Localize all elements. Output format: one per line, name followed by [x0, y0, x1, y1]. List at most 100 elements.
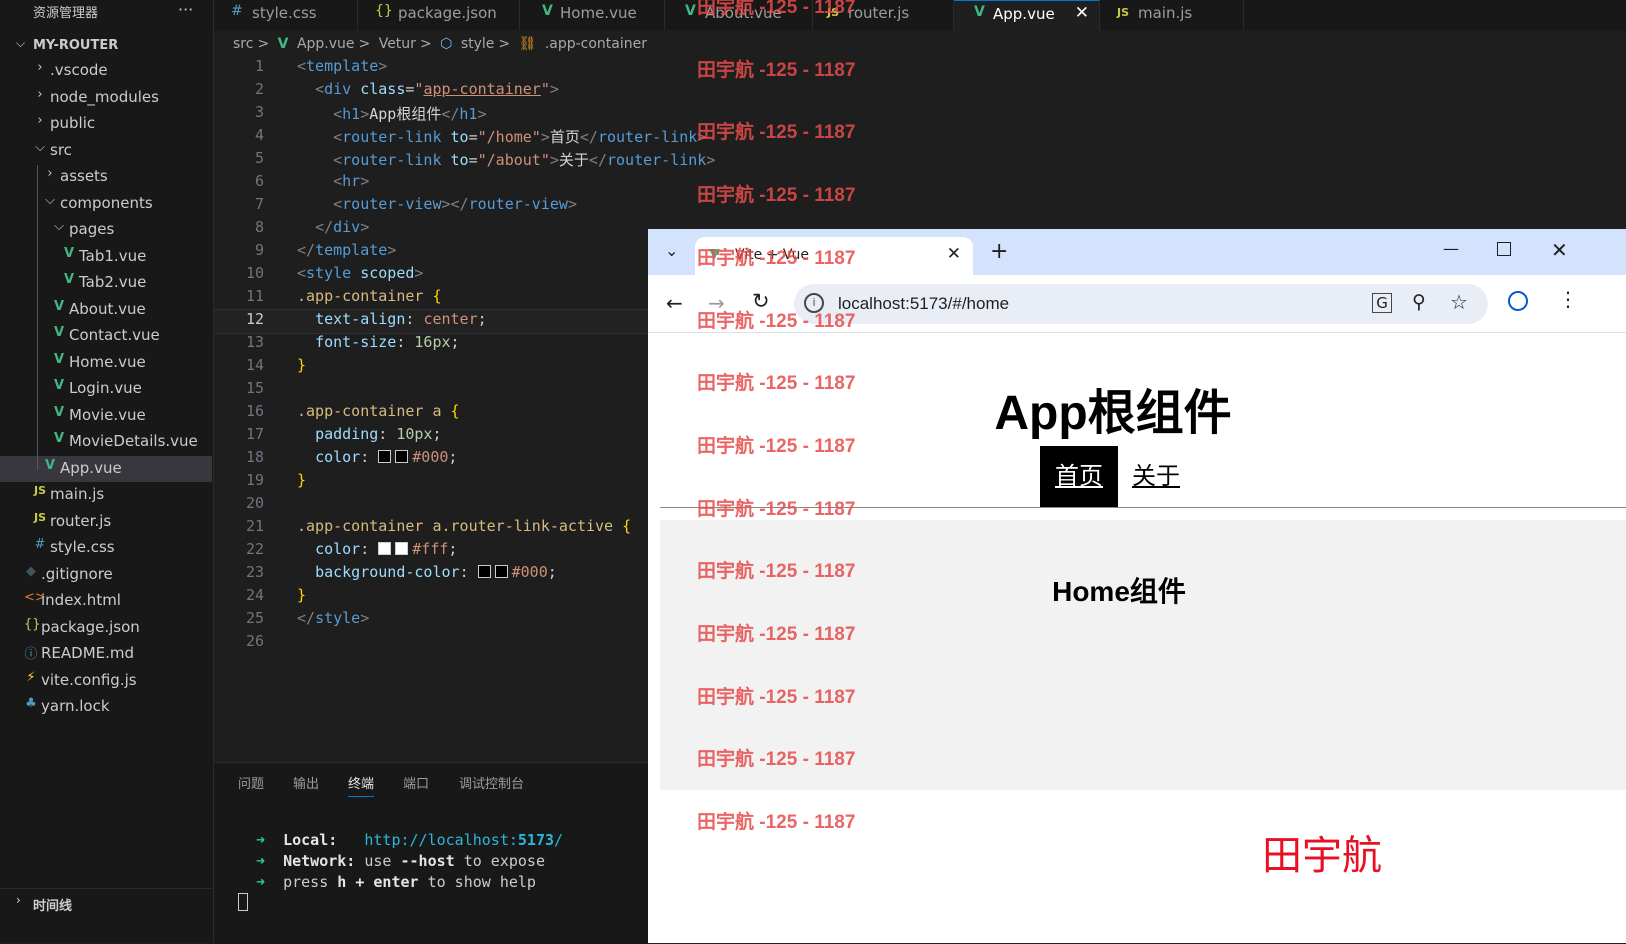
yarn-icon: ♣: [25, 696, 37, 711]
nav-link-about[interactable]: 关于: [1132, 446, 1180, 508]
line-number: 1: [254, 57, 264, 75]
breadcrumb-item[interactable]: style: [461, 36, 495, 52]
tree-item[interactable]: V Home.vue: [0, 350, 212, 376]
watermark-text: 田宇航 -125 - 1187: [697, 812, 856, 834]
line-number: 6: [254, 172, 264, 190]
tree-item[interactable]: V Tab1.vue: [0, 244, 212, 270]
code-text: <router-link to="/about">关于</router-link…: [333, 151, 716, 169]
panel-tab-ports[interactable]: 端口: [403, 773, 429, 792]
color-swatch[interactable]: [395, 450, 409, 463]
new-tab-icon[interactable]: +: [990, 239, 1008, 264]
tree-item[interactable]: V Tab2.vue: [0, 270, 212, 296]
tree-item[interactable]: › .vscode: [0, 58, 212, 84]
tree-item[interactable]: ⌵ components: [0, 191, 212, 217]
tree-item[interactable]: ⌵ pages: [0, 217, 212, 243]
workspace-root[interactable]: ⌵ MY-ROUTER: [0, 36, 213, 56]
tree-item[interactable]: V Movie.vue: [0, 403, 212, 429]
watermark-text: 田宇航 -125 - 1187: [697, 310, 856, 332]
js-icon: JS: [33, 510, 46, 524]
zoom-icon[interactable]: ⚲: [1412, 291, 1426, 313]
tree-item[interactable]: ⚡ vite.config.js: [0, 668, 212, 694]
tree-item[interactable]: ⓘ README.md: [0, 641, 212, 667]
tree-item[interactable]: › public: [0, 111, 212, 137]
local-url-link[interactable]: http://localhost:5173/: [364, 831, 563, 849]
tree-item[interactable]: › assets: [0, 164, 212, 190]
color-swatch[interactable]: [378, 542, 392, 555]
color-swatch[interactable]: [378, 450, 392, 463]
tab-app-vue[interactable]: V App.vue ✕: [954, 0, 1100, 31]
arrow-right-icon: ➜: [256, 831, 266, 849]
panel-tab-problems[interactable]: 问题: [238, 773, 264, 792]
close-tab-icon[interactable]: ✕: [1075, 3, 1089, 23]
tree-item[interactable]: V Login.vue: [0, 376, 212, 402]
nav-link-home[interactable]: 首页: [1040, 446, 1118, 508]
tree-item[interactable]: {} package.json: [0, 615, 212, 641]
translate-icon[interactable]: G: [1372, 293, 1392, 313]
minimize-icon[interactable]: —: [1443, 239, 1459, 258]
url-text[interactable]: localhost:5173/#/home: [838, 294, 1009, 314]
tab-search-icon[interactable]: ⌄: [665, 241, 678, 260]
tree-item-label: vite.config.js: [41, 670, 137, 689]
terminal-label: Local:: [283, 831, 338, 849]
tree-item-label: App.vue: [60, 458, 122, 477]
tree-item[interactable]: ♣ yarn.lock: [0, 694, 212, 720]
tab-style-css[interactable]: # style.css: [214, 0, 358, 30]
signature-text: 田宇航: [1262, 834, 1382, 878]
color-swatch[interactable]: [395, 542, 409, 555]
tab-label: style.css: [252, 4, 317, 22]
workspace-root-label: MY-ROUTER: [33, 38, 119, 53]
line-number: 11: [245, 287, 264, 305]
code-line: 7 <router-view></router-view>: [214, 195, 648, 218]
more-actions-icon[interactable]: ···: [178, 0, 193, 19]
profile-icon[interactable]: [1508, 291, 1528, 311]
bookmark-star-icon[interactable]: ☆: [1450, 290, 1468, 314]
panel-tab-output[interactable]: 输出: [293, 773, 319, 792]
terminal-text: use: [364, 852, 392, 870]
tree-item[interactable]: JS router.js: [0, 509, 212, 535]
code-line: 9 </template>: [214, 241, 648, 264]
tree-item-label: style.css: [50, 538, 115, 556]
panel-tab-terminal[interactable]: 终端: [348, 773, 375, 797]
tab-package-json[interactable]: {} package.json: [358, 0, 520, 30]
tab-main-js[interactable]: JS main.js: [1100, 0, 1244, 30]
menu-icon[interactable]: ⋮: [1558, 287, 1578, 311]
breadcrumb-separator: >: [257, 36, 270, 52]
html-icon: <>: [24, 590, 46, 605]
line-number: 20: [245, 494, 264, 512]
address-bar[interactable]: i localhost:5173/#/home G ⚲ ☆: [794, 284, 1488, 324]
tree-item[interactable]: <> index.html: [0, 588, 212, 614]
tree-item[interactable]: › node_modules: [0, 85, 212, 111]
timeline-section[interactable]: › 时间线: [0, 888, 212, 914]
arrow-right-icon: ➜: [256, 873, 266, 891]
tree-item[interactable]: # style.css: [0, 535, 212, 561]
maximize-icon[interactable]: [1497, 242, 1511, 256]
color-swatch[interactable]: [477, 565, 491, 578]
tree-item-label: node_modules: [50, 87, 159, 106]
tree-item[interactable]: V MovieDetails.vue: [0, 429, 212, 455]
tree-item[interactable]: V App.vue: [0, 455, 212, 482]
close-window-icon[interactable]: ✕: [1551, 238, 1568, 262]
tree-item[interactable]: ⌵ src: [0, 138, 212, 164]
close-tab-icon[interactable]: ✕: [947, 244, 961, 264]
code-line: 18 color: #000;: [214, 448, 648, 471]
panel-tab-debug-console[interactable]: 调试控制台: [459, 773, 524, 792]
tab-home-vue[interactable]: V Home.vue: [520, 0, 665, 30]
line-number: 17: [245, 425, 264, 443]
tree-item[interactable]: JS main.js: [0, 482, 212, 508]
code-text: <router-view></router-view>: [333, 195, 577, 213]
tree-item[interactable]: ◆ .gitignore: [0, 562, 212, 588]
local-url-port: 5173: [517, 831, 555, 849]
breadcrumb-item[interactable]: App.vue: [297, 36, 355, 52]
line-number: 9: [254, 241, 264, 259]
tree-item[interactable]: V About.vue: [0, 297, 212, 323]
color-swatch[interactable]: [494, 565, 508, 578]
code-editor[interactable]: 1 <template> 2 <div class="app-container"…: [214, 57, 715, 757]
chevron-down-icon: ⌵: [45, 192, 55, 208]
back-icon[interactable]: ←: [666, 291, 683, 315]
breadcrumb-item[interactable]: .app-container: [545, 36, 647, 52]
breadcrumb-item[interactable]: Vetur: [379, 36, 416, 52]
code-line: 25 </style>: [214, 609, 648, 632]
breadcrumb-item[interactable]: src: [233, 36, 253, 52]
code-line: 22 color: #fff;: [214, 540, 648, 563]
tree-item[interactable]: V Contact.vue: [0, 323, 212, 349]
